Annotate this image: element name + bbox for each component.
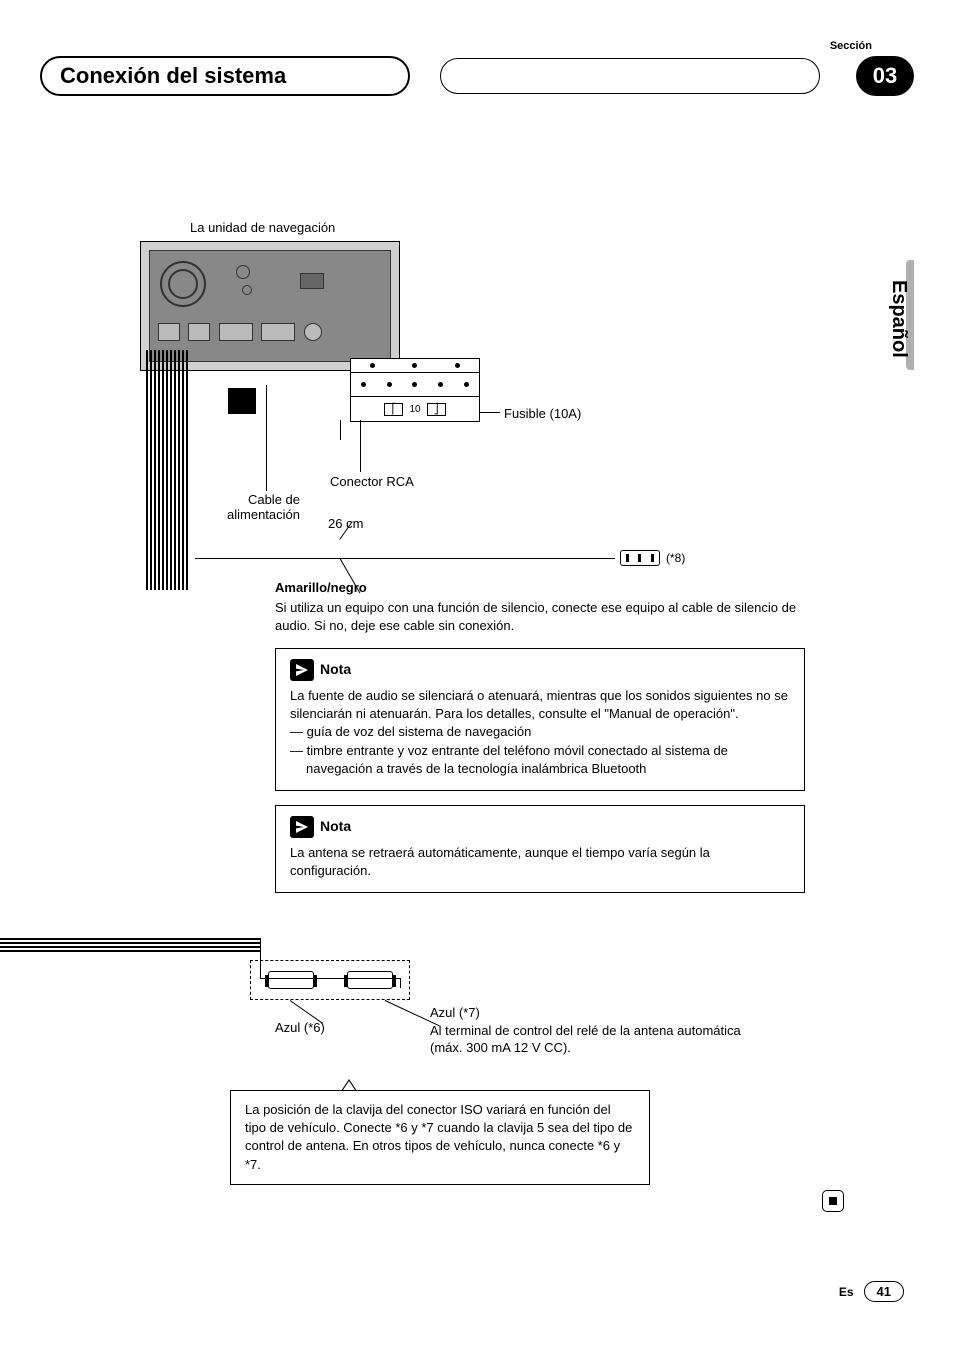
iso-box-text: La posición de la clavija del conector I…: [245, 1102, 632, 1172]
note2-p1: La antena se retraerá automáticamente, a…: [290, 844, 790, 880]
connector-chip-icon: [347, 971, 393, 989]
end-section-icon: [822, 1190, 844, 1212]
azul7-desc: Al terminal de control del relé de la an…: [430, 1022, 760, 1057]
page-number: 41: [864, 1281, 904, 1302]
note1-li1: — guía de voz del sistema de navegación: [290, 723, 790, 741]
amarillo-text: Si utiliza un equipo con una función de …: [275, 599, 805, 634]
header-divider-pill: [440, 58, 820, 94]
note-icon: [290, 816, 314, 838]
note1-p1: La fuente de audio se silenciará o atenu…: [290, 687, 790, 723]
callout-pointer-icon: [341, 1079, 357, 1091]
section-label: Sección: [830, 40, 872, 52]
iso-note-box: La posición de la clavija del conector I…: [230, 1090, 650, 1185]
azul6-label: Azul (*6): [275, 1020, 325, 1035]
nav-unit-label: La unidad de navegación: [190, 220, 800, 235]
power-cable-label-2: alimentación: [210, 507, 300, 522]
wiring-diagram: La unidad de navegación ⎡ 10 ⎦ Fusible (…: [60, 220, 800, 371]
page-title: Conexión del sistema: [40, 56, 410, 96]
azul7-label: Azul (*7): [430, 1004, 760, 1022]
ref8-label: (*8): [666, 551, 685, 565]
wire-bundle: [146, 350, 190, 590]
speaker-icon: [160, 261, 206, 307]
note-box-2: Nota La antena se retraerá automáticamen…: [275, 805, 805, 893]
page-footer: Es 41: [839, 1281, 904, 1302]
power-cable-label-1: Cable de: [210, 492, 300, 507]
section-number-badge: 03: [856, 56, 914, 96]
fuse-value: 10: [409, 404, 420, 415]
blue-connectors-area: Azul (*6) Azul (*7) Al terminal de contr…: [180, 960, 780, 1000]
fuse-label: Fusible (10A): [504, 406, 581, 421]
port-rect-icon: [300, 273, 324, 289]
iso-connector-dashed: [250, 960, 410, 1000]
page-header: Sección Conexión del sistema 03: [40, 42, 914, 90]
note1-li2: — timbre entrante y voz entrante del tel…: [290, 742, 790, 778]
port-row: [158, 323, 382, 351]
amarillo-negro-block: Amarillo/negro Si utiliza un equipo con …: [275, 580, 805, 893]
port-circle-icon: [236, 265, 250, 279]
note-box-1: Nota La fuente de audio se silenciará o …: [275, 648, 805, 791]
note1-title: Nota: [320, 660, 351, 680]
fuse-illustration: ⎡ 10 ⎦: [350, 358, 480, 422]
rca-label: Conector RCA: [330, 474, 414, 489]
note2-title: Nota: [320, 817, 351, 837]
amarillo-heading: Amarillo/negro: [275, 580, 805, 595]
ref8-row: (*8): [620, 550, 685, 566]
connector-chip-icon: [620, 550, 660, 566]
note-icon: [290, 659, 314, 681]
connector-chip-icon: [268, 971, 314, 989]
footer-language: Es: [839, 1285, 854, 1299]
language-vertical-label: Español: [887, 280, 910, 358]
port-circle-small-icon: [242, 285, 252, 295]
plug-illustration: [228, 388, 256, 414]
